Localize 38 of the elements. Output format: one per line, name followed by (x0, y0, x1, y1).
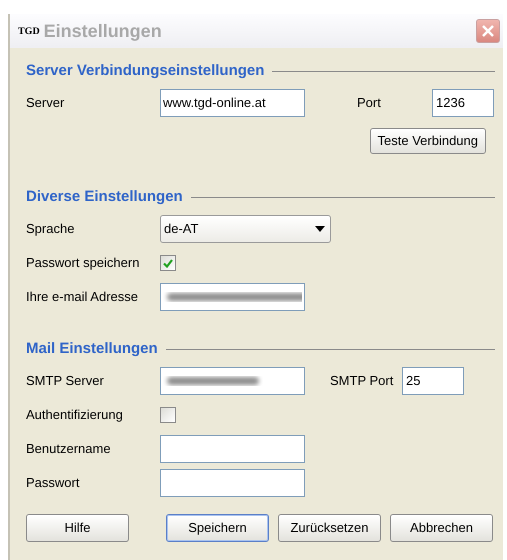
field-value: www.tgd-online.at (163, 94, 266, 112)
field-label: SMTP Server (26, 372, 105, 390)
app-logo: TGD (18, 24, 40, 38)
dialog-button[interactable]: Zurücksetzen (278, 514, 381, 542)
checkbox-label: Passwort speichern (26, 254, 140, 272)
field-label: Benutzername (26, 440, 112, 458)
caret-icon (315, 226, 325, 232)
text-field[interactable]: 1236 (432, 89, 494, 117)
dialog-button[interactable]: Speichern (166, 514, 269, 542)
window-title: Einstellungen (44, 20, 162, 43)
language-dropdown[interactable]: de-AT (160, 215, 331, 243)
text-field[interactable] (160, 469, 305, 497)
section-heading: Server Verbindungseinstellungen (26, 60, 264, 81)
text-field[interactable]: www.tgd-online.at (160, 89, 305, 117)
field-value: 25 (406, 372, 420, 390)
close-button[interactable] (476, 19, 500, 43)
field-label: Passwort (26, 474, 80, 492)
dialog-button[interactable]: Abbrechen (390, 514, 493, 542)
field-value: 1236 (436, 94, 465, 112)
text-field[interactable]: 25 (402, 367, 464, 395)
test-connection-button[interactable]: Teste Verbindung (370, 128, 486, 154)
section-heading: Mail Einstellungen (26, 338, 158, 359)
text-field[interactable] (160, 367, 305, 395)
field-label: Ihre e-mail Adresse (26, 288, 139, 306)
checkbox-label: Authentifizierung (26, 406, 124, 424)
checkbox[interactable] (160, 255, 176, 271)
field-label: SMTP Port (330, 372, 394, 390)
section-heading: Diverse Einstellungen (26, 186, 183, 207)
checkbox[interactable] (160, 407, 176, 423)
field-label: Port (357, 94, 382, 112)
field-label: Sprache (26, 220, 76, 238)
close-icon (481, 24, 495, 38)
text-field[interactable] (160, 435, 305, 463)
dropdown-value: de-AT (164, 220, 198, 238)
field-label: Server (26, 94, 66, 112)
dialog-button[interactable]: Hilfe (26, 514, 129, 542)
text-field[interactable] (160, 283, 305, 311)
check-icon (163, 258, 173, 268)
